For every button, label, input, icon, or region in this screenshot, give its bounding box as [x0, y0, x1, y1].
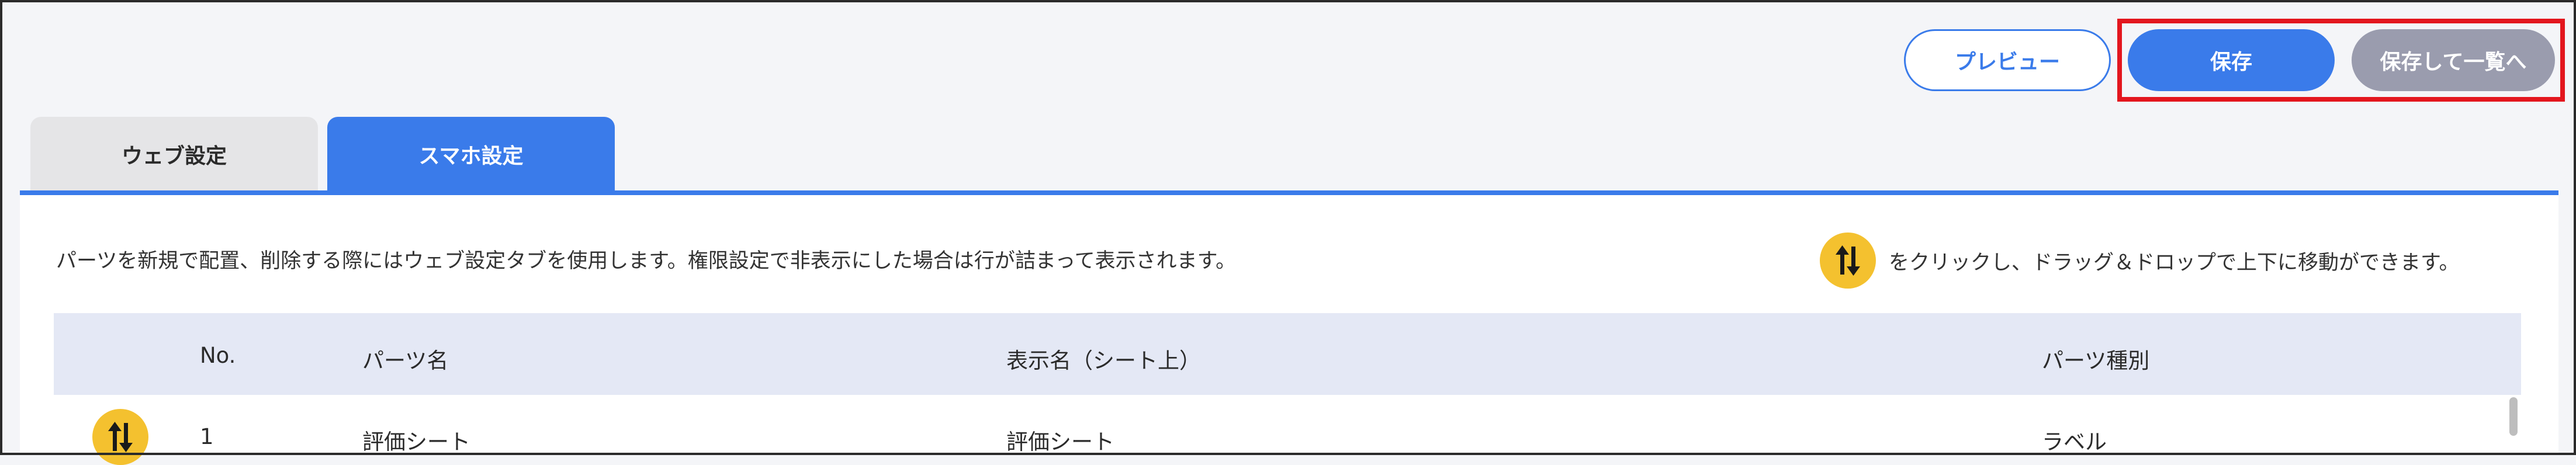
save-and-list-button[interactable]: 保存して一覧へ [2352, 29, 2555, 91]
column-header-part-name: パーツ名 [362, 348, 449, 373]
column-header-no: No. [200, 343, 236, 368]
drag-hint-text: をクリックし、ドラッグ＆ドロップで上下に移動ができます。 [1889, 251, 2460, 275]
instruction-text: パーツを新規で配置、削除する際にはウェブ設定タブを使用します。権限設定で非表示に… [56, 249, 1237, 273]
table-cell-part-name: 評価シート [362, 429, 470, 454]
row-drag-handle-icon[interactable] [92, 409, 148, 465]
preview-button[interactable]: プレビュー [1904, 29, 2111, 91]
vertical-scrollbar[interactable] [2509, 397, 2518, 436]
tab-underline [20, 190, 2558, 195]
tab-web-settings[interactable]: ウェブ設定 [30, 117, 318, 192]
column-header-display-name: 表示名（シート上） [1006, 348, 1201, 373]
drag-hint: をクリックし、ドラッグ＆ドロップで上下に移動ができます。 [1820, 232, 2460, 289]
sort-arrows-icon [1820, 232, 1876, 289]
save-button[interactable]: 保存 [2128, 29, 2335, 91]
table-cell-part-type: ラベル [2042, 429, 2107, 454]
table-cell-display-name: 評価シート [1006, 429, 1114, 454]
column-header-part-type: パーツ種別 [2042, 348, 2150, 373]
table-cell-no: 1 [200, 424, 214, 449]
tab-smartphone-settings[interactable]: スマホ設定 [327, 117, 615, 192]
